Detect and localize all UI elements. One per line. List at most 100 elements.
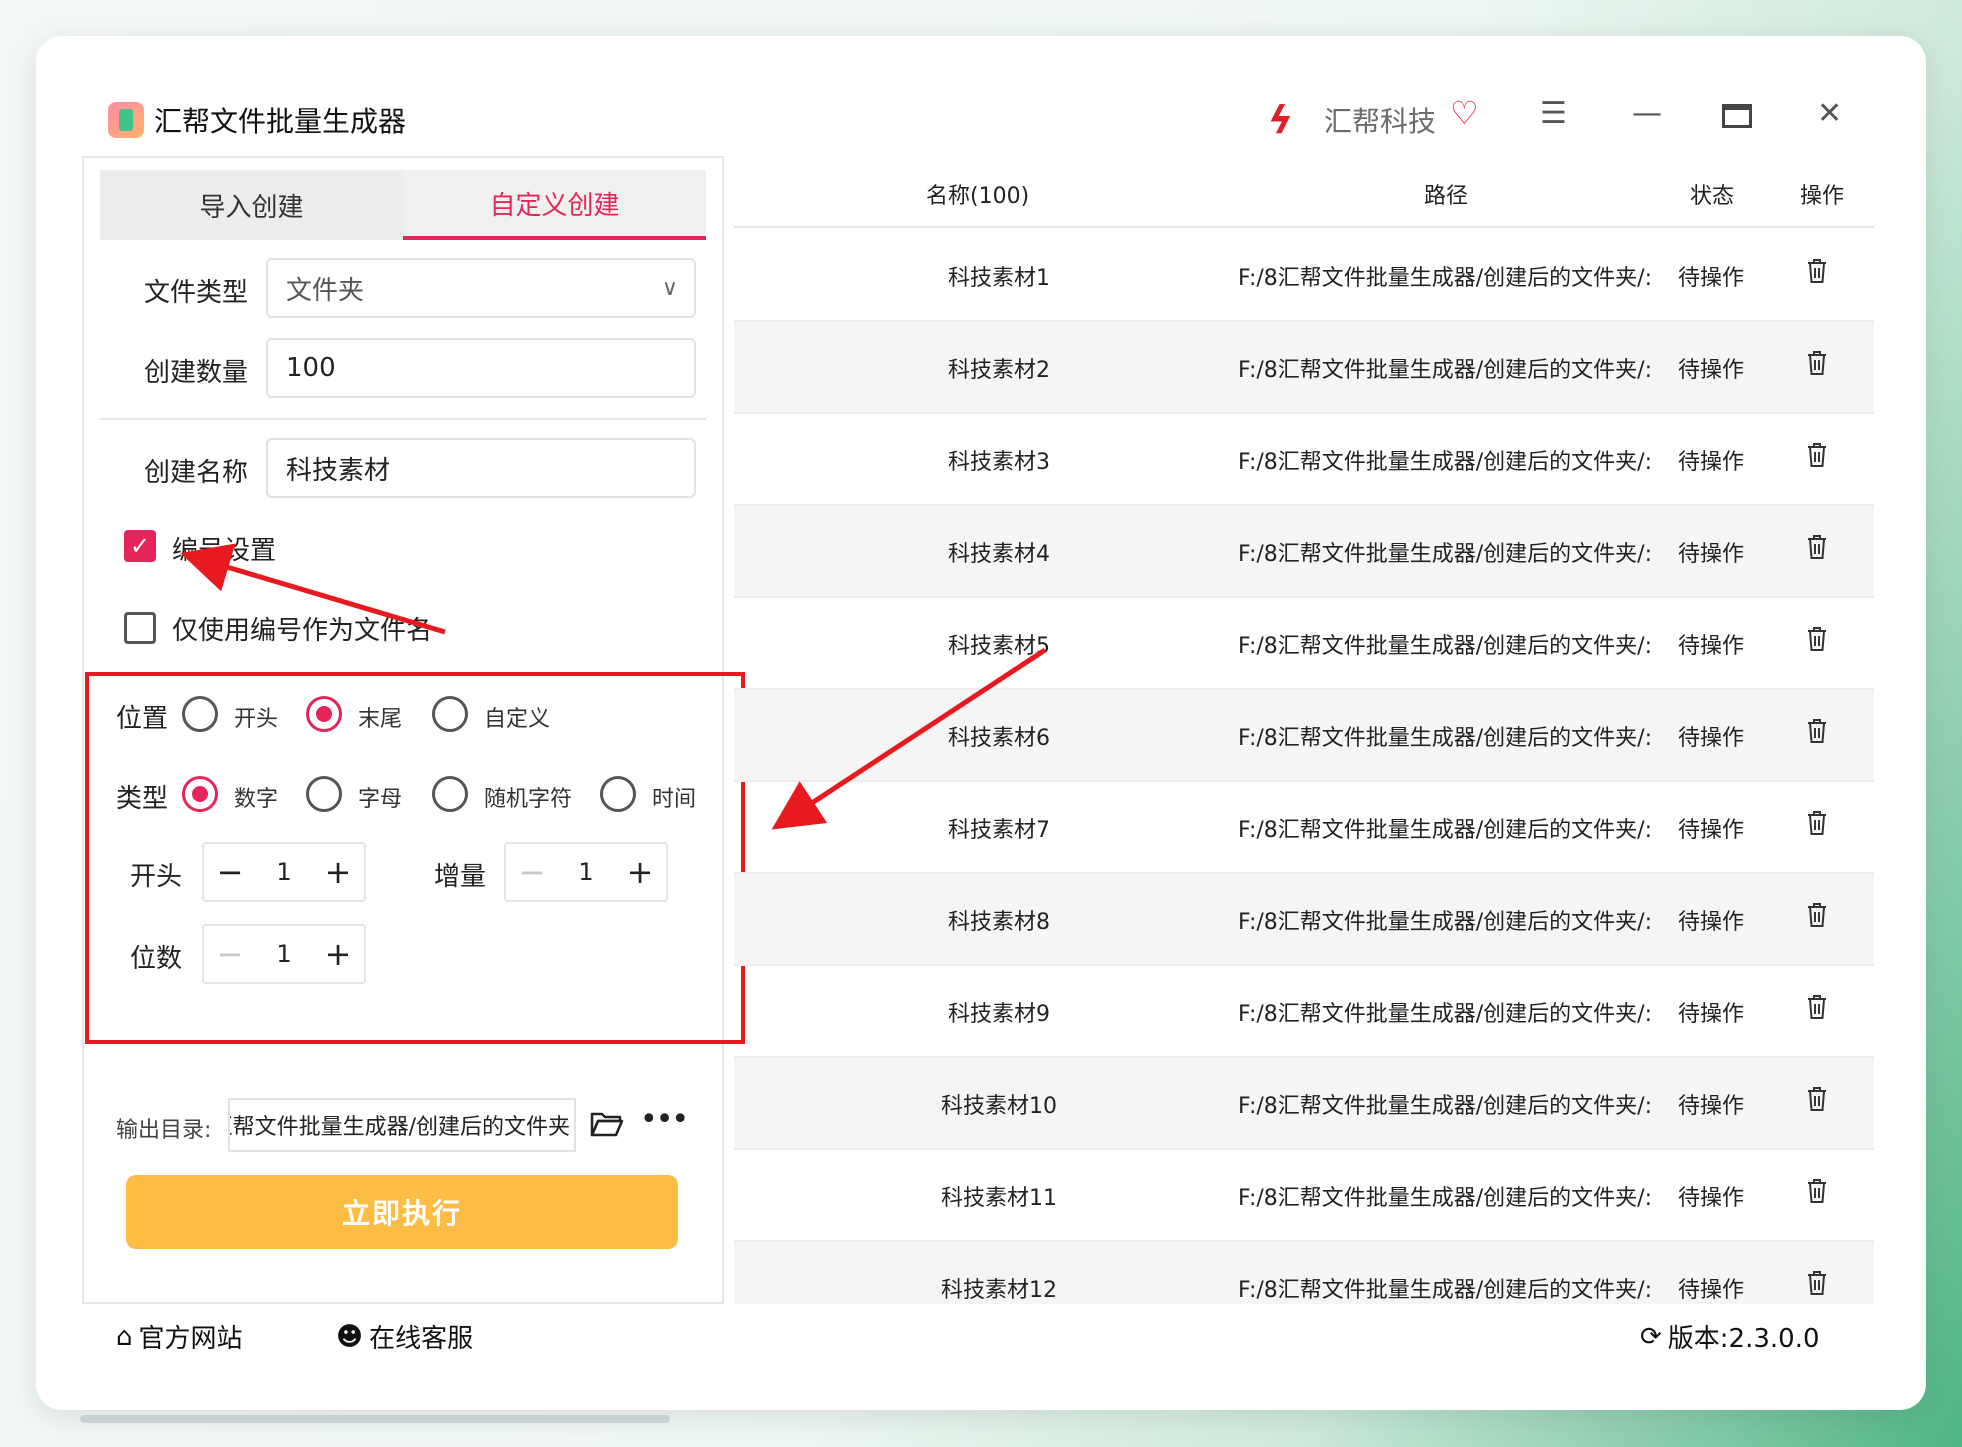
home-icon: ⌂: [116, 1321, 133, 1352]
tab-import-create[interactable]: 导入创建: [100, 170, 403, 240]
row-path: F:/8汇帮文件批量生成器/创建后的文件夹/:: [1238, 726, 1650, 751]
row-name: 科技素材7: [948, 818, 1050, 843]
row-name: 科技素材10: [941, 1094, 1057, 1119]
chevron-down-icon: ∨: [661, 276, 678, 301]
run-button[interactable]: 立即执行: [126, 1175, 678, 1249]
header-op: 操作: [1800, 184, 1845, 209]
row-status: 待操作: [1678, 1094, 1745, 1119]
table-row[interactable]: 科技素材12 F:/8汇帮文件批量生成器/创建后的文件夹/: 待操作: [734, 1242, 1874, 1304]
count-label: 创建数量: [144, 358, 249, 388]
trash-icon[interactable]: [1806, 350, 1828, 376]
only-number-label: 仅使用编号作为文件名: [172, 616, 433, 646]
row-status: 待操作: [1678, 358, 1745, 383]
count-input[interactable]: 100: [266, 338, 696, 398]
numbering-checkbox[interactable]: ✓: [124, 530, 156, 562]
website-link[interactable]: ⌂ 官方网站: [116, 1318, 243, 1355]
row-status: 待操作: [1678, 450, 1745, 475]
header-status: 状态: [1690, 184, 1735, 209]
row-status: 待操作: [1678, 266, 1745, 291]
row-name: 科技素材11: [941, 1186, 1057, 1211]
row-status: 待操作: [1678, 726, 1745, 751]
row-status: 待操作: [1678, 542, 1745, 567]
output-dir-input[interactable]: F:/8汇帮文件批量生成器/创建后的文件夹: [228, 1098, 576, 1152]
file-type-label: 文件类型: [144, 278, 249, 308]
trash-icon[interactable]: [1806, 902, 1828, 928]
row-status: 待操作: [1678, 1278, 1745, 1303]
table-header: 名称(100) 路径 状态 操作: [734, 158, 1874, 228]
tab-custom-create[interactable]: 自定义创建: [403, 170, 706, 240]
row-name: 科技素材4: [948, 542, 1050, 567]
only-number-checkbox[interactable]: [124, 612, 156, 644]
menu-icon[interactable]: ☰: [1540, 96, 1567, 131]
trash-icon[interactable]: [1806, 1270, 1828, 1296]
trash-icon[interactable]: [1806, 810, 1828, 836]
trash-icon[interactable]: [1806, 442, 1828, 468]
name-value: 科技素材: [286, 455, 391, 486]
row-path: F:/8汇帮文件批量生成器/创建后的文件夹/:: [1238, 542, 1650, 567]
trash-icon[interactable]: [1806, 1178, 1828, 1204]
row-status: 待操作: [1678, 634, 1745, 659]
header-path: 路径: [1424, 184, 1469, 209]
support-label: 在线客服: [369, 1324, 474, 1354]
app-title: 汇帮文件批量生成器: [154, 105, 407, 138]
trash-icon[interactable]: [1806, 534, 1828, 560]
count-value: 100: [286, 353, 336, 383]
more-icon[interactable]: •••: [640, 1102, 689, 1137]
support-link[interactable]: ☻ 在线客服: [336, 1318, 473, 1355]
brand-logo-icon: ϟ: [1268, 98, 1294, 142]
row-status: 待操作: [1678, 1002, 1745, 1027]
table-row[interactable]: 科技素材9 F:/8汇帮文件批量生成器/创建后的文件夹/: 待操作: [734, 966, 1874, 1058]
row-path: F:/8汇帮文件批量生成器/创建后的文件夹/:: [1238, 450, 1650, 475]
table-row[interactable]: 科技素材1 F:/8汇帮文件批量生成器/创建后的文件夹/: 待操作: [734, 230, 1874, 322]
name-input[interactable]: 科技素材: [266, 438, 696, 498]
brand-name: 汇帮科技: [1324, 105, 1437, 138]
output-dir-value: F:/8汇帮文件批量生成器/创建后的文件夹: [230, 1115, 570, 1140]
row-name: 科技素材2: [948, 358, 1050, 383]
trash-icon[interactable]: [1806, 994, 1828, 1020]
file-type-select[interactable]: 文件夹 ∨: [266, 258, 696, 318]
table-row[interactable]: 科技素材6 F:/8汇帮文件批量生成器/创建后的文件夹/: 待操作: [734, 690, 1874, 782]
tab-bar: 导入创建 自定义创建: [100, 170, 706, 240]
row-path: F:/8汇帮文件批量生成器/创建后的文件夹/:: [1238, 1002, 1650, 1027]
file-table: 名称(100) 路径 状态 操作 科技素材1 F:/8汇帮文件批量生成器/创建后的…: [734, 158, 1874, 1304]
row-name: 科技素材9: [948, 1002, 1050, 1027]
file-type-value: 文件夹: [286, 275, 365, 306]
table-row[interactable]: 科技素材7 F:/8汇帮文件批量生成器/创建后的文件夹/: 待操作: [734, 782, 1874, 874]
trash-icon[interactable]: [1806, 1086, 1828, 1112]
row-path: F:/8汇帮文件批量生成器/创建后的文件夹/:: [1238, 1094, 1650, 1119]
row-name: 科技素材6: [948, 726, 1050, 751]
headset-icon: ☻: [336, 1321, 364, 1352]
row-path: F:/8汇帮文件批量生成器/创建后的文件夹/:: [1238, 266, 1650, 291]
table-row[interactable]: 科技素材4 F:/8汇帮文件批量生成器/创建后的文件夹/: 待操作: [734, 506, 1874, 598]
table-row[interactable]: 科技素材5 F:/8汇帮文件批量生成器/创建后的文件夹/: 待操作: [734, 598, 1874, 690]
table-row[interactable]: 科技素材11 F:/8汇帮文件批量生成器/创建后的文件夹/: 待操作: [734, 1150, 1874, 1242]
table-row[interactable]: 科技素材8 F:/8汇帮文件批量生成器/创建后的文件夹/: 待操作: [734, 874, 1874, 966]
folder-open-icon[interactable]: [590, 1110, 624, 1138]
row-status: 待操作: [1678, 910, 1745, 935]
name-label: 创建名称: [144, 458, 249, 488]
row-name: 科技素材1: [948, 266, 1050, 291]
trash-icon[interactable]: [1806, 626, 1828, 652]
brand-heart-icon: ♡: [1450, 94, 1479, 132]
row-path: F:/8汇帮文件批量生成器/创建后的文件夹/:: [1238, 1278, 1650, 1303]
row-path: F:/8汇帮文件批量生成器/创建后的文件夹/:: [1238, 634, 1650, 659]
trash-icon[interactable]: [1806, 258, 1828, 284]
version-info: ⟳ 版本:2.3.0.0: [1640, 1318, 1820, 1355]
scrollbar[interactable]: [80, 1415, 670, 1423]
refresh-icon[interactable]: ⟳: [1640, 1322, 1662, 1352]
maximize-icon[interactable]: [1722, 104, 1752, 128]
minimize-icon[interactable]: —: [1632, 96, 1662, 131]
row-name: 科技素材12: [941, 1278, 1057, 1303]
table-row[interactable]: 科技素材10 F:/8汇帮文件批量生成器/创建后的文件夹/: 待操作: [734, 1058, 1874, 1150]
row-name: 科技素材3: [948, 450, 1050, 475]
trash-icon[interactable]: [1806, 718, 1828, 744]
table-row[interactable]: 科技素材3 F:/8汇帮文件批量生成器/创建后的文件夹/: 待操作: [734, 414, 1874, 506]
close-icon[interactable]: ✕: [1817, 96, 1842, 131]
row-name: 科技素材8: [948, 910, 1050, 935]
website-label: 官方网站: [138, 1324, 243, 1354]
header-name: 名称(100): [926, 184, 1030, 209]
row-path: F:/8汇帮文件批量生成器/创建后的文件夹/:: [1238, 1186, 1650, 1211]
table-row[interactable]: 科技素材2 F:/8汇帮文件批量生成器/创建后的文件夹/: 待操作: [734, 322, 1874, 414]
app-logo-icon: [108, 102, 144, 138]
numbering-label: 编号设置: [172, 536, 277, 566]
